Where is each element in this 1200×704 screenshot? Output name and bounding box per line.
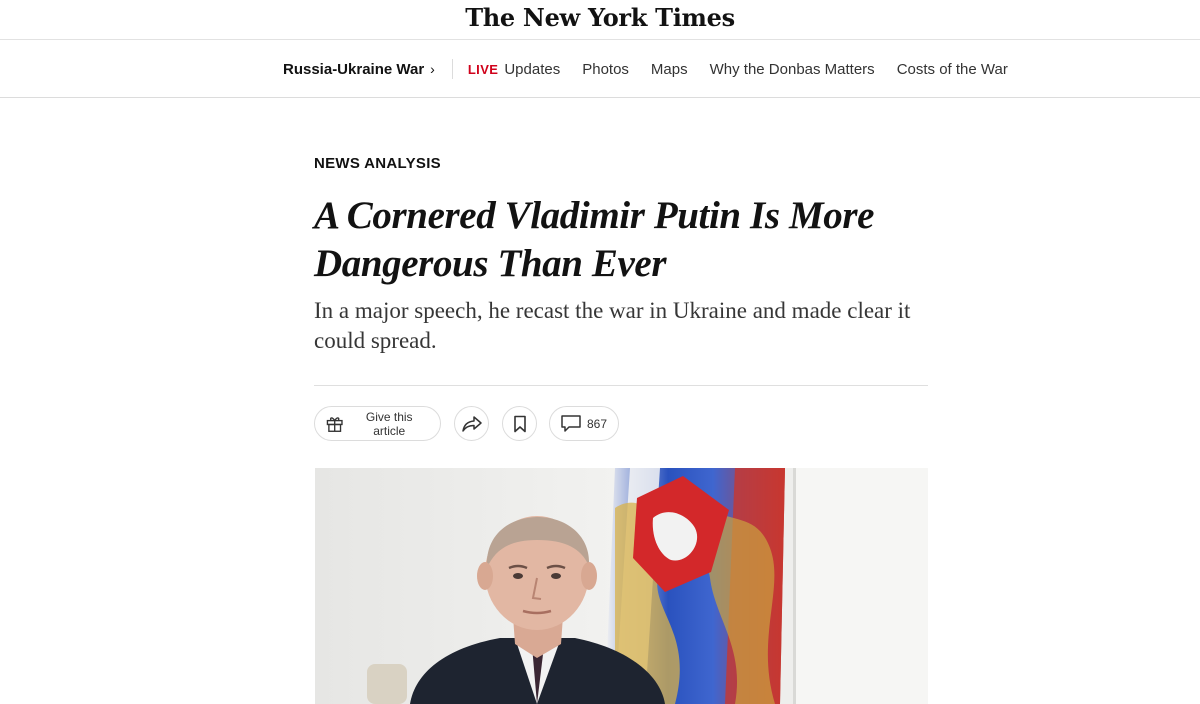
gift-icon (326, 416, 343, 432)
comments-button[interactable]: 867 (549, 406, 620, 441)
live-badge: LIVE (467, 61, 499, 77)
save-button[interactable] (502, 406, 537, 441)
article-toolbar: Give this article 867 (314, 406, 620, 441)
share-icon (461, 415, 482, 432)
article-summary: In a major speech, he recast the war in … (314, 298, 911, 353)
section-link-label: Russia-Ukraine War (283, 60, 425, 78)
nav-item-costs-of-war[interactable]: Costs of the War (897, 61, 1008, 78)
nyt-logo[interactable]: The New York Times (0, 3, 1200, 32)
bookmark-icon (513, 415, 526, 432)
subnav-items: Russia-Ukraine War › LIVE Updates Photos… (283, 40, 1030, 98)
lead-photo-illustration (315, 468, 928, 704)
lead-photo (315, 468, 928, 704)
nav-item-why-donbas-matters[interactable]: Why the Donbas Matters (710, 61, 875, 78)
nav-divider (451, 59, 453, 79)
comment-icon (561, 415, 581, 432)
header-divider (314, 385, 928, 386)
masthead: The New York Times (0, 0, 1200, 40)
nav-item-label: Updates (504, 60, 561, 78)
article-headline: A Cornered Vladimir Putin Is More Danger… (314, 194, 875, 285)
share-button[interactable] (454, 406, 489, 441)
chevron-right-icon: › (430, 61, 435, 77)
give-article-label: Give this article (365, 409, 413, 438)
give-article-button[interactable]: Give this article (314, 406, 441, 441)
section-subnav: Russia-Ukraine War › LIVE Updates Photos… (0, 40, 1200, 98)
comment-count: 867 (587, 416, 608, 431)
nav-item-live-updates[interactable]: LIVE Updates (468, 61, 560, 78)
nav-item-maps[interactable]: Maps (651, 61, 688, 78)
nav-item-photos[interactable]: Photos (582, 61, 629, 78)
article-kicker: NEWS ANALYSIS (314, 155, 441, 172)
section-link-russia-ukraine-war[interactable]: Russia-Ukraine War › (283, 61, 435, 78)
